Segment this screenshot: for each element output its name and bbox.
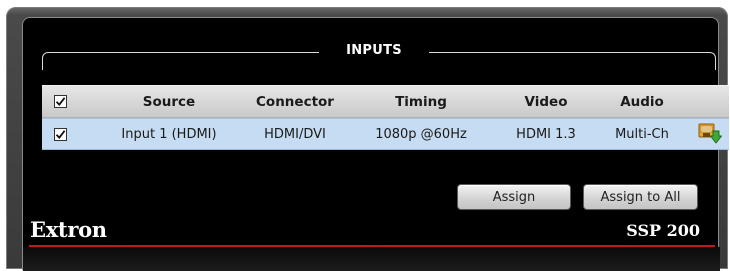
select-all-cell xyxy=(50,86,70,117)
column-header-video[interactable]: Video xyxy=(502,86,590,117)
inputs-table: Source Connector Timing Video Audio Inpu… xyxy=(42,85,729,150)
column-header-audio[interactable]: Audio xyxy=(602,86,682,117)
row-checkbox-cell xyxy=(50,119,70,149)
row-connector: HDMI/DVI xyxy=(264,126,326,142)
checkmark-icon xyxy=(55,129,65,139)
column-header-timing[interactable]: Timing xyxy=(362,86,480,117)
row-audio: Multi-Ch xyxy=(615,126,669,142)
window: INPUTS Source Connector Timing Video Aud… xyxy=(0,0,730,271)
row-source: Input 1 (HDMI) xyxy=(121,126,217,142)
save-download-graphic xyxy=(698,123,722,144)
save-download-icon[interactable] xyxy=(697,119,723,149)
assign-button[interactable]: Assign xyxy=(457,184,571,210)
assign-to-all-button[interactable]: Assign to All xyxy=(583,184,698,210)
ssp-panel: INPUTS Source Connector Timing Video Aud… xyxy=(22,17,729,271)
row-checkbox[interactable] xyxy=(53,127,67,141)
table-header-row: Source Connector Timing Video Audio xyxy=(42,85,729,118)
table-row[interactable]: Input 1 (HDMI) HDMI/DVI 1080p @60Hz HDMI… xyxy=(42,118,729,150)
select-all-checkbox[interactable] xyxy=(53,95,67,108)
row-video: HDMI 1.3 xyxy=(516,126,576,142)
inputs-group-title: INPUTS xyxy=(319,42,429,60)
column-header-source[interactable]: Source xyxy=(96,86,242,117)
checkmark-icon xyxy=(55,97,65,106)
row-timing: 1080p @60Hz xyxy=(375,126,467,142)
panel-footer xyxy=(23,247,720,271)
column-header-connector[interactable]: Connector xyxy=(245,86,345,117)
extron-logo: Extron xyxy=(30,217,107,242)
model-label: SSP 200 xyxy=(626,221,700,240)
